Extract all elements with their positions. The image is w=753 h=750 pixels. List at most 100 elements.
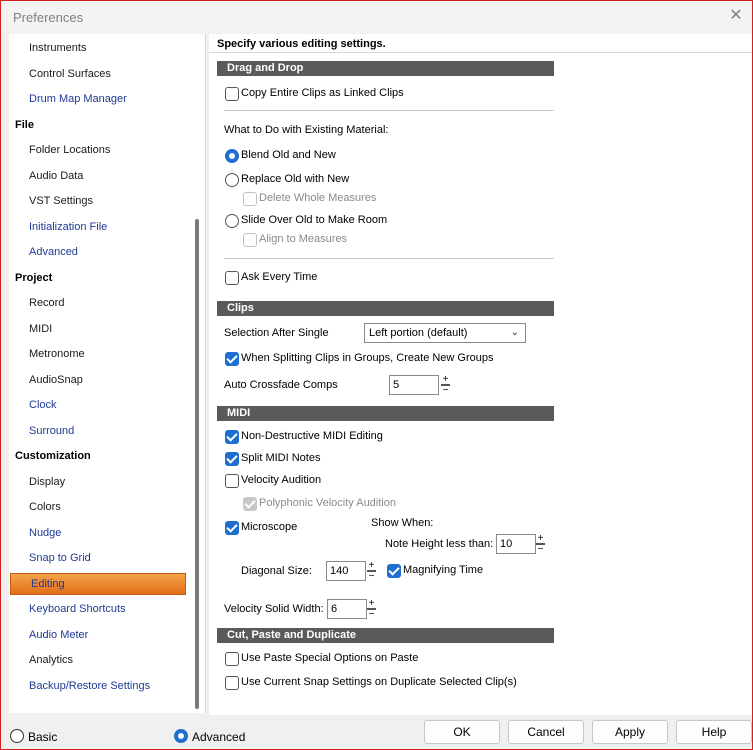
velocity-width-input[interactable]: 6 (327, 599, 367, 619)
crossfade-input[interactable]: 5 (389, 375, 439, 395)
cancel-button[interactable]: Cancel (508, 720, 584, 744)
copy-linked-checkbox[interactable] (225, 87, 239, 101)
section-clips: Clips (217, 301, 554, 316)
sidebar-item-surround[interactable]: Surround (9, 419, 205, 444)
sidebar-item-control-surfaces[interactable]: Control Surfaces (9, 62, 205, 87)
sidebar-item-audio-meter[interactable]: Audio Meter (9, 623, 205, 648)
dropdown-value: Left portion (default) (369, 327, 468, 339)
preferences-sidebar: Backup/Restore Settings Analytics Audio Me… (9, 34, 206, 713)
sidebar-item-folder-locations[interactable]: Folder Locations (9, 138, 205, 163)
divider (224, 110, 554, 111)
sidebar-item-editing[interactable]: Editing (10, 573, 186, 595)
copy-linked-label: Copy Entire Clips as Linked Clips (241, 87, 404, 99)
selection-after-single-label: Selection After Single (224, 327, 329, 339)
velocity-width-label: Velocity Solid Width: (224, 603, 324, 615)
snap-duplicate-checkbox[interactable] (225, 676, 239, 690)
velocity-audition-label: Velocity Audition (241, 474, 322, 486)
sidebar-group-project: Project (15, 271, 53, 284)
sidebar-item-metronome[interactable]: Metronome (9, 342, 205, 367)
sidebar-item-backup-restore-settings[interactable]: Backup/Restore Settings (9, 674, 205, 699)
sidebar-item-drum-map-manager[interactable]: Drum Map Manager (9, 87, 205, 112)
diagonal-size-stepper[interactable]: + − (367, 561, 376, 582)
editing-settings-panel: Specify various editing settings. Drag a… (209, 34, 752, 715)
sidebar-item-record[interactable]: Record (9, 291, 205, 316)
velocity-width-stepper[interactable]: + − (367, 599, 376, 620)
sidebar-item-colors[interactable]: Colors (9, 495, 205, 520)
ok-button[interactable]: OK (424, 720, 500, 744)
sidebar-group-file: File (15, 118, 34, 131)
selection-after-single-dropdown[interactable]: Left portion (default) ⌄ (364, 323, 526, 343)
sidebar-item-snap-to-grid[interactable]: Snap to Grid (9, 546, 205, 571)
note-height-label: Note Height less than: (385, 538, 494, 550)
split-notes-checkbox[interactable] (225, 452, 239, 466)
non-destructive-label: Non-Destructive MIDI Editing (241, 430, 383, 442)
sidebar-item-display[interactable]: Display (9, 470, 205, 495)
sidebar-item-analytics[interactable]: Analytics (9, 648, 205, 673)
sidebar-item-instruments[interactable]: Instruments (9, 36, 205, 61)
sidebar-item-nudge[interactable]: Nudge (9, 521, 205, 546)
split-notes-label: Split MIDI Notes (241, 452, 321, 464)
section-drag-and-drop: Drag and Drop (217, 61, 554, 76)
sidebar-item-audiosnap[interactable]: AudioSnap (9, 368, 205, 393)
delete-whole-measures-checkbox[interactable] (243, 192, 257, 206)
crossfade-label: Auto Crossfade Comps (224, 379, 338, 391)
paste-special-checkbox[interactable] (225, 652, 239, 666)
microscope-checkbox[interactable] (225, 521, 239, 535)
page-title: Specify various editing settings. (217, 38, 386, 50)
slide-label: Slide Over Old to Make Room (241, 214, 388, 226)
divider (209, 52, 752, 53)
polyphonic-label: Polyphonic Velocity Audition (259, 497, 396, 509)
split-groups-checkbox[interactable] (225, 352, 239, 366)
sidebar-item-advanced[interactable]: Advanced (9, 240, 205, 265)
blend-label: Blend Old and New (241, 149, 336, 161)
ask-every-time-label: Ask Every Time (241, 271, 318, 283)
title-bar: Preferences ✕ (1, 1, 752, 33)
basic-label: Basic (28, 730, 58, 744)
microscope-label: Microscope (241, 521, 298, 533)
sidebar-item-keyboard-shortcuts[interactable]: Keyboard Shortcuts (9, 597, 205, 622)
ask-every-time-checkbox[interactable] (225, 271, 239, 285)
advanced-label: Advanced (192, 730, 246, 744)
diagonal-size-input[interactable]: 140 (326, 561, 366, 581)
align-measures-checkbox[interactable] (243, 233, 257, 247)
basic-radio[interactable] (10, 729, 24, 743)
sidebar-group-customization: Customization (15, 450, 91, 462)
section-midi: MIDI (217, 406, 554, 421)
magnifying-time-checkbox[interactable] (387, 564, 401, 578)
paste-special-label: Use Paste Special Options on Paste (241, 652, 419, 664)
non-destructive-checkbox[interactable] (225, 430, 239, 444)
sidebar-item-clock[interactable]: Clock (9, 393, 205, 418)
section-cut-paste-duplicate: Cut, Paste and Duplicate (217, 628, 554, 643)
align-measures-label: Align to Measures (259, 233, 348, 245)
delete-whole-measures-label: Delete Whole Measures (259, 192, 377, 204)
diagonal-size-label: Diagonal Size: (241, 565, 312, 577)
sidebar-item-initialization-file[interactable]: Initialization File (9, 215, 205, 240)
close-icon[interactable]: ✕ (726, 6, 746, 26)
blend-radio[interactable] (225, 149, 239, 163)
slide-radio[interactable] (225, 214, 239, 228)
show-when-label: Show When: (371, 517, 434, 529)
replace-radio[interactable] (225, 173, 239, 187)
snap-duplicate-label: Use Current Snap Settings on Duplicate S… (241, 676, 517, 688)
divider (224, 258, 554, 259)
split-groups-label: When Splitting Clips in Groups, Create N… (241, 352, 494, 364)
magnifying-time-label: Magnifying Time (403, 564, 484, 576)
existing-material-label: What to Do with Existing Material: (224, 124, 389, 136)
note-height-input[interactable]: 10 (496, 534, 536, 554)
sidebar-item-audio-data[interactable]: Audio Data (9, 164, 205, 189)
velocity-audition-checkbox[interactable] (225, 474, 239, 488)
help-button[interactable]: Help (676, 720, 752, 744)
preferences-window: Preferences ✕ Backup/Restore Settings Ana… (0, 0, 753, 750)
chevron-down-icon: ⌄ (510, 327, 519, 338)
window-title: Preferences (13, 10, 84, 25)
dialog-footer: Basic Advanced OK Cancel Apply Help (1, 716, 752, 749)
crossfade-stepper[interactable]: + − (441, 375, 450, 396)
advanced-radio[interactable] (174, 729, 188, 743)
sidebar-item-midi[interactable]: MIDI (9, 317, 205, 342)
polyphonic-checkbox[interactable] (243, 497, 257, 511)
apply-button[interactable]: Apply (592, 720, 668, 744)
note-height-stepper[interactable]: + − (536, 534, 545, 555)
sidebar-scrollbar[interactable] (195, 219, 199, 709)
sidebar-item-vst-settings[interactable]: VST Settings (9, 189, 205, 214)
replace-label: Replace Old with New (241, 173, 350, 185)
